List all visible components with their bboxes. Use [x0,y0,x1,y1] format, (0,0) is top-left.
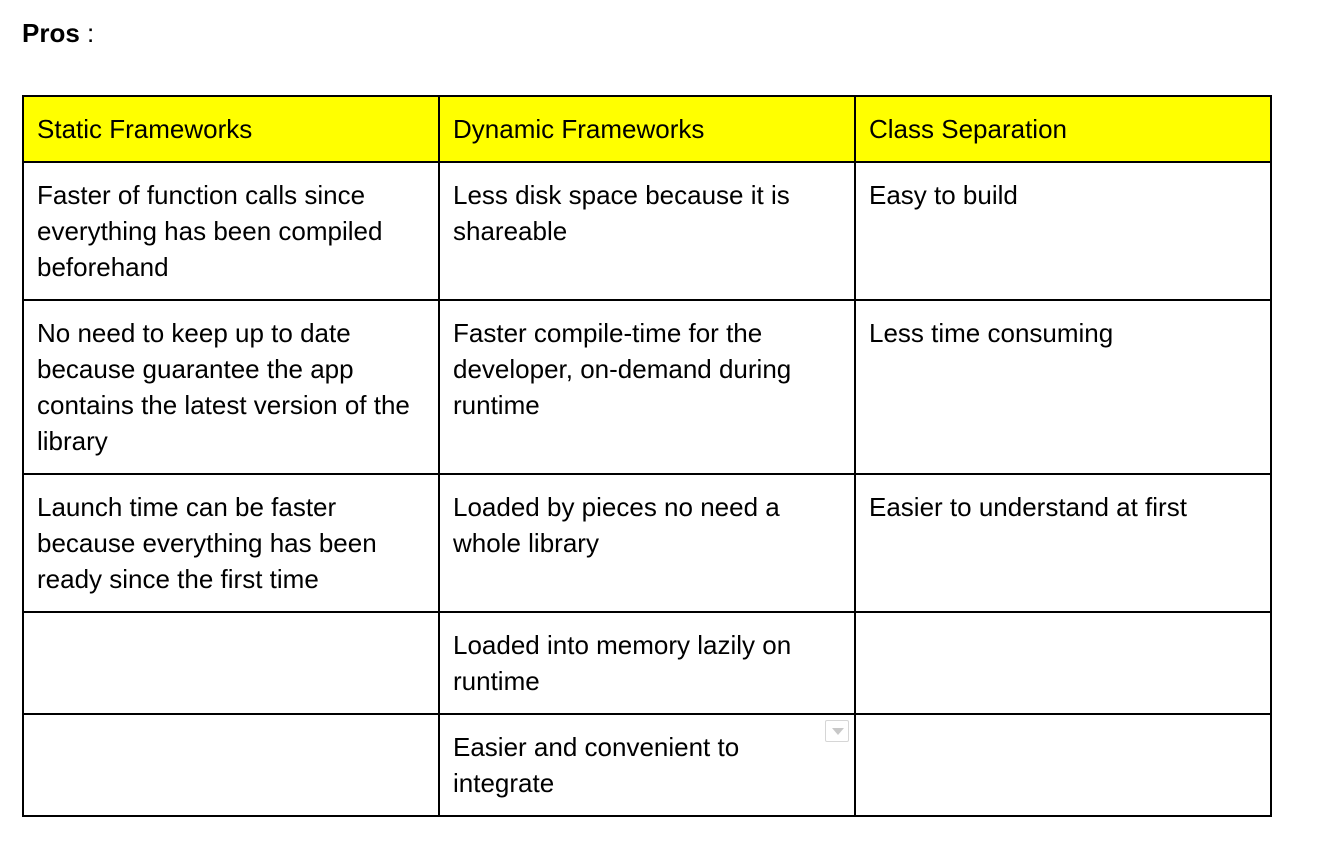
table-header-row: Static Frameworks Dynamic Frameworks Cla… [22,95,1272,163]
table-row: Launch time can be faster because everyt… [22,473,1272,613]
table-cell-with-dropdown[interactable]: Easier and convenient to integrate [438,713,856,817]
dropdown-arrow-icon[interactable] [825,720,849,742]
table-cell[interactable] [854,611,1272,715]
table-cell[interactable]: Less time consuming [854,299,1272,475]
table-row: Loaded into memory lazily on runtime [22,611,1272,715]
table-cell[interactable]: Launch time can be faster because everyt… [22,473,440,613]
table-cell[interactable] [854,713,1272,817]
table-cell[interactable]: Loaded into memory lazily on runtime [438,611,856,715]
table-cell[interactable]: No need to keep up to date because guara… [22,299,440,475]
table-cell[interactable]: Loaded by pieces no need a whole library [438,473,856,613]
table-cell[interactable]: Faster compile-time for the developer, o… [438,299,856,475]
table-cell[interactable] [22,611,440,715]
heading-suffix: : [79,18,95,48]
table-row: No need to keep up to date because guara… [22,299,1272,475]
table-row: Faster of function calls since everythin… [22,161,1272,301]
header-cell-class-separation[interactable]: Class Separation [854,95,1272,163]
pros-table: Static Frameworks Dynamic Frameworks Cla… [22,95,1272,817]
header-cell-static-frameworks[interactable]: Static Frameworks [22,95,440,163]
table-cell[interactable]: Faster of function calls since everythin… [22,161,440,301]
table-cell[interactable]: Less disk space because it is shareable [438,161,856,301]
table-row: Easier and convenient to integrate [22,713,1272,817]
table-cell-text: Easier and convenient to integrate [453,732,740,798]
table-cell[interactable]: Easy to build [854,161,1272,301]
heading-label: Pros [22,18,80,48]
table-cell[interactable] [22,713,440,817]
table-cell[interactable]: Easier to understand at first [854,473,1272,613]
section-heading: Pros : [22,18,94,48]
header-cell-dynamic-frameworks[interactable]: Dynamic Frameworks [438,95,856,163]
